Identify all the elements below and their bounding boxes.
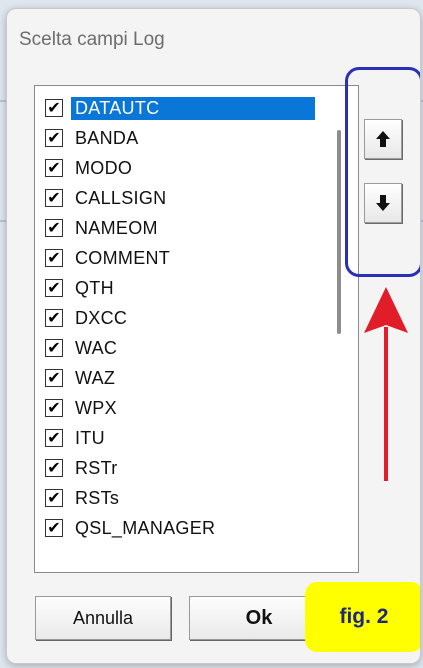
- list-item[interactable]: ✔ WAZ: [45, 364, 325, 392]
- field-label: ITU: [75, 427, 105, 448]
- list-item[interactable]: ✔ RSTr: [45, 454, 325, 482]
- checkbox[interactable]: ✔: [45, 459, 63, 477]
- list-item[interactable]: ✔ ITU: [45, 424, 325, 452]
- field-label: DATAUTC: [71, 96, 315, 120]
- list-item[interactable]: ✔ DATAUTC: [45, 94, 325, 122]
- field-label: COMMENT: [75, 247, 171, 268]
- checkbox[interactable]: ✔: [45, 489, 63, 507]
- list-item[interactable]: ✔ WAC: [45, 334, 325, 362]
- list-item[interactable]: ✔ QSL_MANAGER: [45, 514, 325, 542]
- checkbox[interactable]: ✔: [45, 399, 63, 417]
- check-icon: ✔: [47, 338, 61, 357]
- check-icon: ✔: [47, 98, 61, 117]
- checkbox[interactable]: ✔: [45, 129, 63, 147]
- checkbox[interactable]: ✔: [45, 99, 63, 117]
- checkbox[interactable]: ✔: [45, 189, 63, 207]
- field-label: QTH: [75, 277, 114, 298]
- field-label: DXCC: [75, 307, 128, 328]
- check-icon: ✔: [47, 398, 61, 417]
- arrow-up-icon: [376, 131, 390, 147]
- list-item[interactable]: ✔ BANDA: [45, 124, 325, 152]
- annotation-arrow-shaft: [384, 327, 388, 481]
- check-icon: ✔: [47, 428, 61, 447]
- checkbox[interactable]: ✔: [45, 429, 63, 447]
- check-icon: ✔: [47, 368, 61, 387]
- check-icon: ✔: [47, 458, 61, 477]
- checkbox[interactable]: ✔: [45, 339, 63, 357]
- check-icon: ✔: [47, 518, 61, 537]
- checkbox[interactable]: ✔: [45, 369, 63, 387]
- list-item[interactable]: ✔ RSTs: [45, 484, 325, 512]
- field-label: QSL_MANAGER: [75, 517, 216, 538]
- check-icon: ✔: [47, 218, 61, 237]
- field-label: BANDA: [75, 127, 139, 148]
- check-icon: ✔: [47, 488, 61, 507]
- fields-listbox[interactable]: ✔ DATAUTC ✔ BANDA ✔ MODO ✔ CALLSIGN ✔ NA…: [34, 85, 359, 573]
- check-icon: ✔: [47, 278, 61, 297]
- checkbox[interactable]: ✔: [45, 279, 63, 297]
- list-item[interactable]: ✔ QTH: [45, 274, 325, 302]
- move-up-button[interactable]: [364, 119, 402, 159]
- check-icon: ✔: [47, 308, 61, 327]
- check-icon: ✔: [47, 158, 61, 177]
- field-label: NAMEOM: [75, 217, 158, 238]
- checkbox[interactable]: ✔: [45, 249, 63, 267]
- list-item[interactable]: ✔ DXCC: [45, 304, 325, 332]
- field-label: WPX: [75, 397, 117, 418]
- move-down-button[interactable]: [364, 183, 402, 223]
- list-item[interactable]: ✔ WPX: [45, 394, 325, 422]
- dialog-title: Scelta campi Log: [19, 29, 165, 50]
- check-icon: ✔: [47, 188, 61, 207]
- check-icon: ✔: [47, 128, 61, 147]
- field-label: MODO: [75, 157, 133, 178]
- list-item[interactable]: ✔ CALLSIGN: [45, 184, 325, 212]
- checkbox[interactable]: ✔: [45, 519, 63, 537]
- checkbox[interactable]: ✔: [45, 219, 63, 237]
- arrow-down-icon: [376, 195, 390, 211]
- field-label: WAC: [75, 337, 118, 358]
- annotation-arrow-head-icon: [364, 287, 408, 333]
- check-icon: ✔: [47, 248, 61, 267]
- scrollbar-thumb[interactable]: [337, 130, 341, 334]
- field-label: RSTs: [75, 487, 120, 508]
- field-label: RSTr: [75, 457, 118, 478]
- cancel-button[interactable]: Annulla: [35, 596, 171, 640]
- field-label: CALLSIGN: [75, 187, 167, 208]
- checkbox[interactable]: ✔: [45, 309, 63, 327]
- list-item[interactable]: ✔ NAMEOM: [45, 214, 325, 242]
- list-item[interactable]: ✔ COMMENT: [45, 244, 325, 272]
- log-fields-dialog: Scelta campi Log ✔ DATAUTC ✔ BANDA ✔ MOD…: [6, 8, 421, 664]
- field-label: WAZ: [75, 367, 116, 388]
- figure-label: fig. 2: [305, 582, 420, 652]
- list-item[interactable]: ✔ MODO: [45, 154, 325, 182]
- checkbox[interactable]: ✔: [45, 159, 63, 177]
- annotation-highlight-box: [345, 67, 420, 277]
